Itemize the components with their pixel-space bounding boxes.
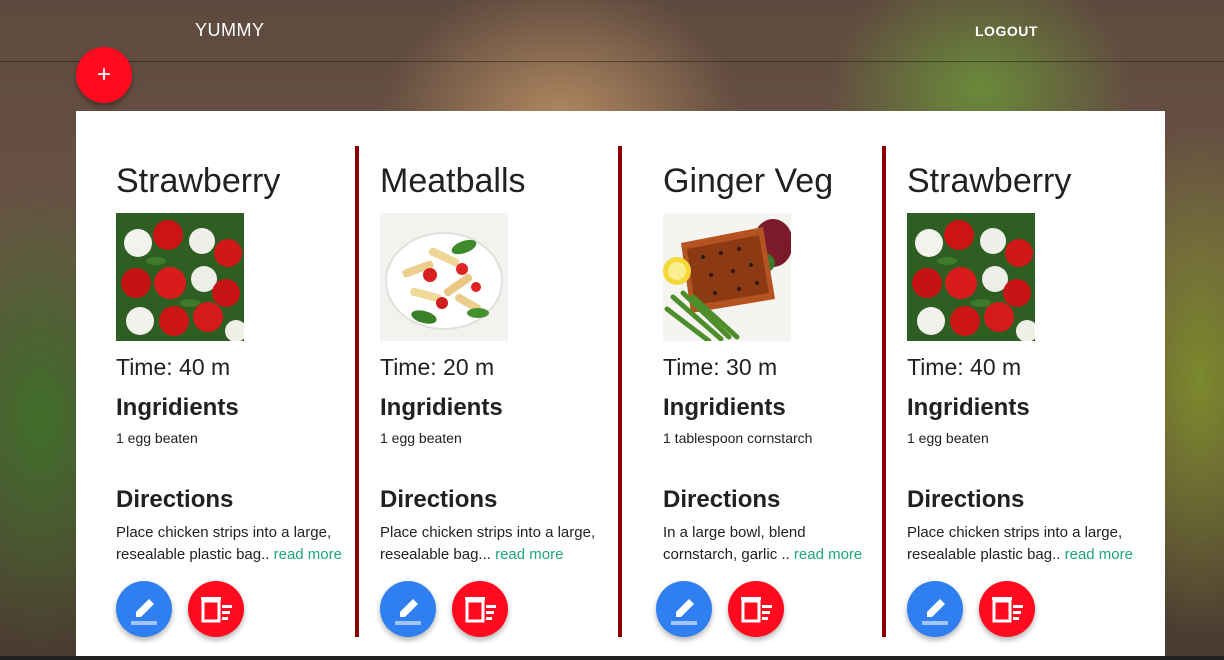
delete-recipe-button[interactable] xyxy=(188,581,244,637)
edit-recipe-button[interactable] xyxy=(656,581,712,637)
tomato-mozzarella-salad-image xyxy=(116,213,244,341)
recipe-card: Strawberry Time: 40 m Ingridients 1 egg … xyxy=(907,111,1147,660)
recipe-directions: Place chicken strips into a large, resea… xyxy=(380,522,615,566)
card-divider xyxy=(355,146,359,637)
brand-logo[interactable]: YUMMY xyxy=(195,20,265,41)
directions-heading: Directions xyxy=(663,486,781,513)
recipe-ingredients: 1 tablespoon cornstarch xyxy=(663,430,813,446)
recipe-directions: In a large bowl, blend cornstarch, garli… xyxy=(663,522,873,566)
top-navbar: YUMMY LOGOUT xyxy=(0,0,1224,62)
penne-pasta-plate-image xyxy=(380,213,508,341)
recipe-directions: Place chicken strips into a large, resea… xyxy=(907,522,1137,566)
logout-link[interactable]: LOGOUT xyxy=(975,23,1038,39)
recipe-title: Strawberry xyxy=(907,162,1072,200)
recipe-image xyxy=(663,213,791,341)
recipe-title: Strawberry xyxy=(116,162,281,200)
recipe-time: Time: 40 m xyxy=(116,354,231,380)
recipe-title: Meatballs xyxy=(380,162,526,200)
recipe-time: Time: 30 m xyxy=(663,354,778,380)
edit-recipe-button[interactable] xyxy=(116,581,172,637)
read-more-link[interactable]: read more xyxy=(794,546,862,563)
salmon-asparagus-plate-image xyxy=(663,213,791,341)
recipe-ingredients: 1 egg beaten xyxy=(116,430,198,446)
recipe-directions: Place chicken strips into a large, resea… xyxy=(116,522,351,566)
recipe-image xyxy=(907,213,1035,341)
read-more-link[interactable]: read more xyxy=(495,546,563,563)
delete-recipe-button[interactable] xyxy=(979,581,1035,637)
pencil-icon xyxy=(671,599,697,625)
read-more-link[interactable]: read more xyxy=(274,546,342,563)
ingredients-heading: Ingridients xyxy=(663,394,786,421)
edit-recipe-button[interactable] xyxy=(907,581,963,637)
trash-list-icon xyxy=(992,597,1023,623)
recipe-image xyxy=(116,213,244,341)
recipe-image xyxy=(380,213,508,341)
recipe-title: Ginger Veg xyxy=(663,162,834,200)
add-recipe-button[interactable]: + xyxy=(76,47,132,103)
pencil-icon xyxy=(131,599,157,625)
recipe-time: Time: 40 m xyxy=(907,354,1022,380)
trash-list-icon xyxy=(201,597,232,623)
recipe-card: Strawberry Time: 40 m Ingridients 1 egg … xyxy=(116,111,356,660)
card-divider xyxy=(882,146,886,637)
directions-heading: Directions xyxy=(380,486,498,513)
ingredients-heading: Ingridients xyxy=(116,394,239,421)
recipe-ingredients: 1 egg beaten xyxy=(907,430,989,446)
recipes-panel: Strawberry Time: 40 m Ingridients 1 egg … xyxy=(76,111,1165,660)
read-more-link[interactable]: read more xyxy=(1065,546,1133,563)
delete-recipe-button[interactable] xyxy=(728,581,784,637)
delete-recipe-button[interactable] xyxy=(452,581,508,637)
trash-list-icon xyxy=(465,597,496,623)
edit-recipe-button[interactable] xyxy=(380,581,436,637)
bottom-edge xyxy=(0,656,1224,660)
ingredients-heading: Ingridients xyxy=(907,394,1030,421)
directions-heading: Directions xyxy=(907,486,1025,513)
tomato-mozzarella-salad-image xyxy=(907,213,1035,341)
card-divider xyxy=(618,146,622,637)
recipe-card: Ginger Veg Time: 30 m Ingridients 1 tabl… xyxy=(656,111,903,660)
recipe-ingredients: 1 egg beaten xyxy=(380,430,462,446)
recipe-time: Time: 20 m xyxy=(380,354,495,380)
recipe-card: Meatballs Time: 20 m Ingridients 1 egg b… xyxy=(380,111,620,660)
directions-text: In a large bowl, blend cornstarch, garli… xyxy=(663,524,806,563)
directions-heading: Directions xyxy=(116,486,234,513)
trash-list-icon xyxy=(741,597,772,623)
pencil-icon xyxy=(395,599,421,625)
pencil-icon xyxy=(922,599,948,625)
ingredients-heading: Ingridients xyxy=(380,394,503,421)
